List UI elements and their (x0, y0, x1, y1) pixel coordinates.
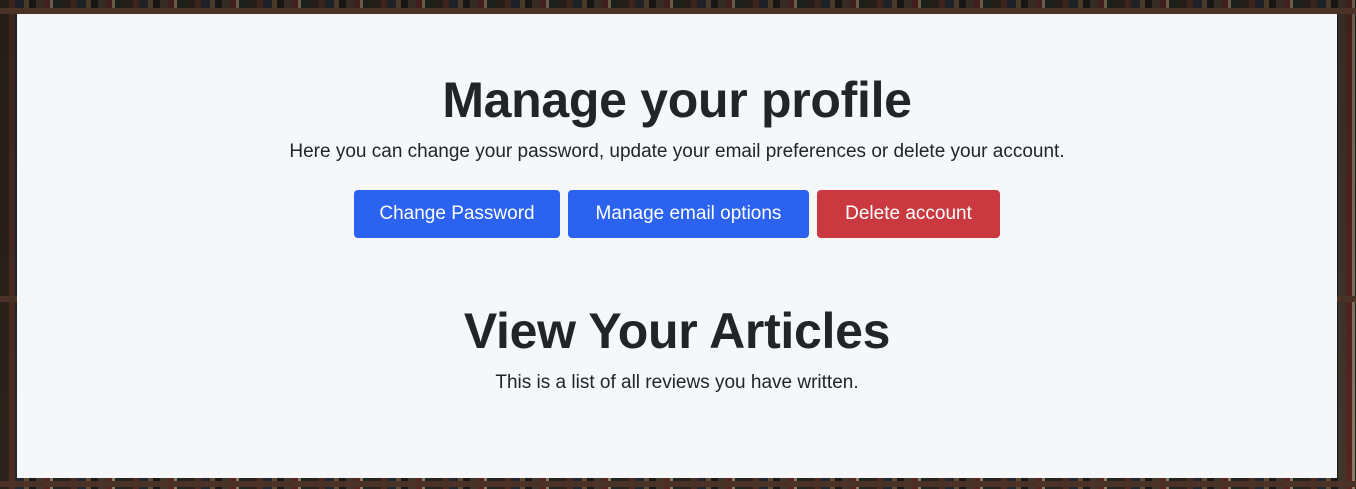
delete-account-button[interactable]: Delete account (817, 190, 1000, 238)
profile-actions: Change Password Manage email options Del… (17, 190, 1337, 238)
manage-profile-description: Here you can change your password, updat… (289, 141, 1065, 162)
manage-email-options-button[interactable]: Manage email options (568, 190, 809, 238)
change-password-button[interactable]: Change Password (354, 190, 560, 238)
profile-panel: Manage your profile Here you can change … (17, 14, 1337, 478)
view-articles-heading: View Your Articles (463, 303, 891, 359)
articles-list (617, 414, 737, 434)
background-shelf (0, 481, 1356, 487)
view-articles-description: This is a list of all reviews you have w… (495, 372, 859, 393)
manage-profile-heading: Manage your profile (442, 72, 912, 128)
